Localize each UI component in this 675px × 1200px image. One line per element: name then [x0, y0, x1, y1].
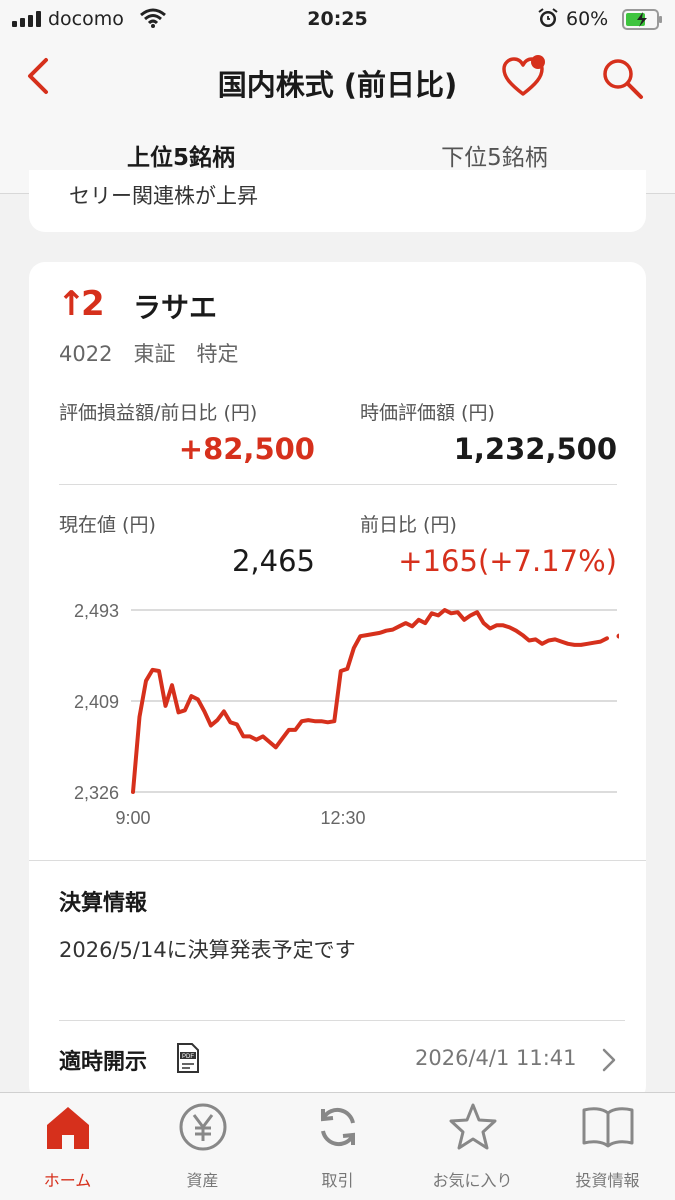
trade-icon [320, 1107, 355, 1147]
change-percent: (+7.17%) [477, 544, 617, 578]
pl-label: 評価損益額/前日比 (円) [59, 402, 258, 424]
tabbar-label: 取引 [321, 1171, 354, 1190]
disclosure-title: 適時開示 [59, 1050, 148, 1075]
search-icon[interactable] [600, 56, 646, 106]
y-tick-label: 2,493 [74, 601, 119, 621]
battery-icon [622, 9, 664, 36]
bottom-tab-bar: ホーム 資産 取引 お気に入り 投資情報 [0, 1092, 675, 1200]
battery-percent: 60% [566, 8, 609, 30]
tabbar-label: お気に入り [432, 1171, 513, 1190]
market-value: 1,232,500 [453, 432, 617, 466]
tabbar-home[interactable]: ホーム [0, 1101, 135, 1191]
tabbar-label: 投資情報 [575, 1171, 640, 1190]
price-change: +165(+7.17%) [360, 544, 617, 578]
alarm-icon [537, 7, 559, 34]
market-value-label: 時価評価額 (円) [360, 402, 495, 424]
section-divider [29, 860, 646, 861]
x-tick-label: 12:30 [320, 808, 365, 828]
tabbar-label: ホーム [43, 1171, 92, 1190]
change-amount: +165 [398, 544, 478, 578]
tabbar-favorites[interactable]: お気に入り [405, 1101, 540, 1191]
divider [59, 1020, 625, 1021]
pl-value: +82,500 [178, 432, 315, 466]
chevron-right-icon [602, 1048, 616, 1076]
tabbar-label: 資産 [186, 1171, 219, 1190]
tabbar-trade[interactable]: 取引 [270, 1101, 405, 1191]
status-bar: docomo 20:25 60% [0, 0, 675, 40]
divider [59, 484, 617, 485]
home-icon [46, 1107, 89, 1149]
yen-icon [179, 1103, 226, 1151]
star-icon [449, 1103, 496, 1150]
tabbar-assets[interactable]: 資産 [135, 1101, 270, 1191]
tab-bottom5[interactable]: 下位5銘柄 [322, 138, 667, 172]
previous-stock-card[interactable]: セリー関連株が上昇 [29, 170, 646, 232]
stock-card[interactable]: ↑ 2 ラサエ 4022 東証 特定 評価損益額/前日比 (円) 時価評価額 (… [29, 262, 646, 1102]
y-tick-label: 2,409 [74, 692, 119, 712]
nav-bar: 国内株式 (前日比) [0, 40, 675, 120]
book-icon [582, 1107, 633, 1148]
disclosure-date: 2026/4/1 11:41 [415, 1046, 577, 1070]
price-label: 現在値 (円) [59, 514, 156, 536]
y-tick-label: 2,326 [74, 783, 119, 803]
change-label: 前日比 (円) [360, 514, 457, 536]
favorite-heart-icon[interactable] [500, 54, 550, 104]
tabbar-investment-info[interactable]: 投資情報 [540, 1101, 675, 1191]
svg-text:PDF: PDF [182, 1054, 194, 1060]
rank-number: 2 [81, 284, 105, 324]
pdf-icon: PDF [176, 1042, 200, 1078]
tab-top5[interactable]: 上位5銘柄 [0, 138, 362, 172]
stock-meta: 4022 東証 特定 [59, 342, 239, 366]
settlement-title: 決算情報 [59, 891, 148, 916]
intraday-chart: 2,493 2,409 2,326 9:00 12:30 [74, 601, 619, 828]
page-title: 国内株式 (前日比) [217, 68, 458, 102]
current-price: 2,465 [231, 544, 315, 578]
stock-name: ラサエ [133, 291, 218, 324]
last-price-dot [616, 633, 619, 639]
previous-card-text: セリー関連株が上昇 [69, 184, 258, 208]
x-tick-label: 9:00 [115, 808, 150, 828]
settlement-text: 2026/5/14に決算発表予定です [59, 938, 356, 962]
